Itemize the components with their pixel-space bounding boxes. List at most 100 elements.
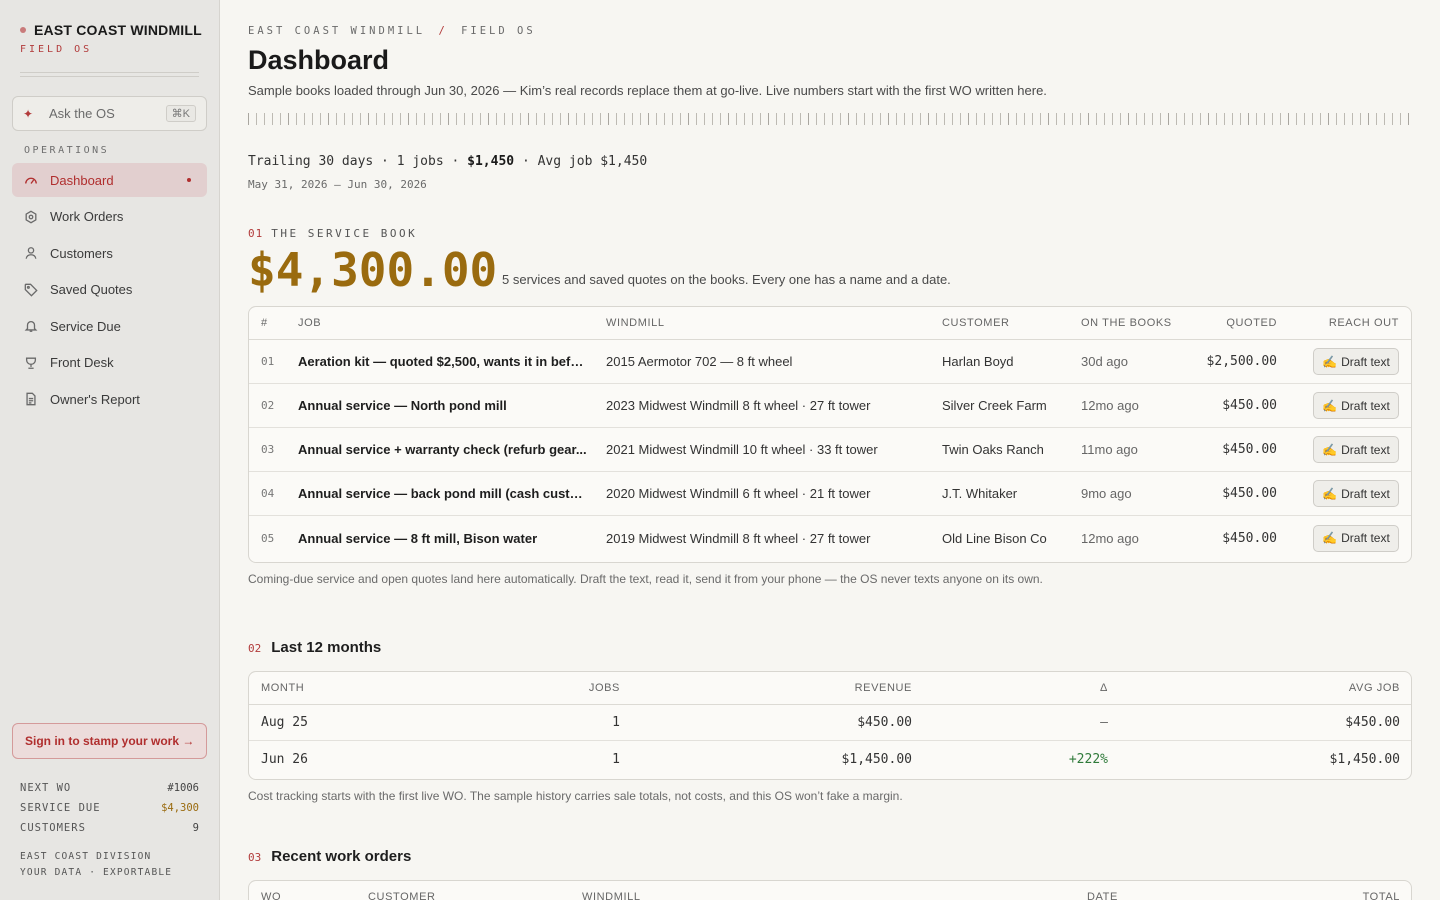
sidebar-stats: NEXT WO #1006 SERVICE DUE $4,300 CUSTOME… <box>20 778 199 838</box>
table-row[interactable]: 03 Annual service + warranty check (refur… <box>249 428 1411 472</box>
row-avg-job: $1,450.00 <box>1329 751 1400 767</box>
sidebar-item-owners-report[interactable]: Owner's Report <box>12 382 207 416</box>
row-job[interactable]: Aeration kit — quoted $2,500, wants it i… <box>298 354 588 369</box>
row-month: Aug 25 <box>261 715 308 730</box>
sidebar-item-label: Saved Quotes <box>50 282 133 297</box>
stat-customers: CUSTOMERS 9 <box>20 818 199 838</box>
ask-os-button[interactable]: ✦ Ask the OS ⌘K <box>12 96 207 131</box>
trailing-revenue: $1,450 <box>467 154 515 169</box>
trailing-prefix: Trailing 30 days · 1 jobs · <box>248 154 468 169</box>
row-quoted: $450.00 <box>1222 398 1277 413</box>
col-total: TOTAL <box>1362 891 1400 900</box>
document-icon <box>26 392 36 406</box>
table-row[interactable]: 04 Annual service — back pond mill (cash … <box>249 472 1411 516</box>
section-number: 03 <box>248 851 262 864</box>
table-row[interactable]: 05 Annual service — 8 ft mill, Bison wate… <box>249 516 1411 560</box>
row-customer[interactable]: Twin Oaks Ranch <box>942 442 1072 457</box>
sidebar-item-label: Service Due <box>50 318 121 334</box>
col-wo: WO <box>261 891 282 900</box>
row-customer[interactable]: Harlan Boyd <box>942 354 1072 369</box>
row-windmill: 2015 Aermotor 702 — 8 ft wheel <box>606 354 793 369</box>
active-dot-icon <box>187 178 191 182</box>
table-row: Jun 26 1 $1,450.00 +222% $1,450.00 <box>249 741 1411 777</box>
row-revenue: $450.00 <box>857 715 912 730</box>
trailing-suffix: · Avg job $1,450 <box>514 154 648 169</box>
row-windmill: 2020 Midwest Windmill 6 ft wheel · 21 ft… <box>606 486 871 501</box>
bell-icon <box>24 320 38 332</box>
draft-text-button[interactable]: ✍ Draft text <box>1313 348 1399 375</box>
table-header: WO CUSTOMER WINDMILL DATE TOTAL <box>249 881 1411 900</box>
stat-label: SERVICE DUE <box>20 802 101 814</box>
sidebar-item-label: Customers <box>50 245 113 261</box>
sidebar-item-customers[interactable]: Customers <box>12 236 207 270</box>
col-month: MONTH <box>261 682 305 694</box>
row-job[interactable]: Annual service — North pond mill <box>298 398 588 413</box>
row-job[interactable]: Annual service — 8 ft mill, Bison water <box>298 531 588 546</box>
sparkle-icon: ✦ <box>23 106 34 121</box>
brand[interactable]: EAST COAST WINDMILL FIELD OS <box>20 22 202 55</box>
sidebar-item-label: Dashboard <box>50 172 114 188</box>
pen-hand-icon: ✍ <box>1322 398 1338 413</box>
row-delta: +222% <box>1068 751 1108 767</box>
table-row[interactable]: 01 Aeration kit — quoted $2,500, wants it… <box>249 340 1411 384</box>
col-date: DATE <box>1087 891 1118 900</box>
col-windmill: WINDMILL <box>582 891 641 900</box>
draft-text-button-wrap: ✍ Draft text <box>1313 480 1399 507</box>
draft-text-label: Draft text <box>1341 486 1390 501</box>
stat-next-wo: NEXT WO #1006 <box>20 778 199 798</box>
col-delta: Δ <box>1100 682 1108 694</box>
row-job[interactable]: Annual service + warranty check (refurb … <box>298 442 588 457</box>
sidebar-footer: EAST COAST DIVISION YOUR DATA · EXPORTAB… <box>20 849 172 881</box>
row-index: 02 <box>261 399 275 412</box>
gauge-icon <box>25 177 37 184</box>
draft-text-button-wrap: ✍ Draft text <box>1313 348 1399 375</box>
section-title: Recent work orders <box>271 848 412 865</box>
sidebar-item-saved-quotes[interactable]: Saved Quotes <box>12 273 207 307</box>
service-book-footnote: Coming-due service and open quotes land … <box>248 572 1043 586</box>
section-title: THE SERVICE BOOK <box>271 227 418 240</box>
sidebar-item-dashboard[interactable]: Dashboard <box>12 163 207 197</box>
sidebar-item-service-due[interactable]: Service Due <box>12 309 207 343</box>
row-avg-job: $450.00 <box>1345 715 1400 730</box>
breadcrumb-root[interactable]: EAST COAST WINDMILL <box>248 25 425 37</box>
sidebar: EAST COAST WINDMILL FIELD OS ✦ Ask the O… <box>0 0 220 900</box>
row-delta: — <box>1100 715 1108 730</box>
row-quoted: $450.00 <box>1222 442 1277 457</box>
row-on-books: 12mo ago <box>1081 398 1139 413</box>
col-customer: CUSTOMER <box>368 891 436 900</box>
user-icon <box>25 247 37 259</box>
row-quoted: $450.00 <box>1222 486 1277 501</box>
table-row[interactable]: 02 Annual service — North pond mill 2023 M… <box>249 384 1411 428</box>
draft-text-button[interactable]: ✍ Draft text <box>1313 480 1399 507</box>
pen-hand-icon: ✍ <box>1322 486 1338 501</box>
breadcrumb-current: FIELD OS <box>461 25 536 37</box>
hexagon-icon <box>25 210 37 223</box>
table-row: Aug 25 1 $450.00 — $450.00 <box>249 705 1411 741</box>
row-customer[interactable]: Silver Creek Farm <box>942 398 1072 413</box>
draft-text-button[interactable]: ✍ Draft text <box>1313 392 1399 419</box>
section-number: 01 <box>248 227 264 240</box>
row-job[interactable]: Annual service — back pond mill (cash cu… <box>298 486 588 501</box>
row-customer[interactable]: J.T. Whitaker <box>942 486 1072 501</box>
row-quoted: $450.00 <box>1222 530 1277 546</box>
sidebar-item-label: Front Desk <box>50 355 114 370</box>
brand-divider <box>20 72 199 77</box>
sidebar-item-work-orders[interactable]: Work Orders <box>12 200 207 234</box>
table-header: # JOB WINDMILL CUSTOMER ON THE BOOKS QUO… <box>249 307 1411 340</box>
sidebar-item-front-desk[interactable]: Front Desk <box>12 346 207 380</box>
draft-text-button[interactable]: ✍ Draft text <box>1313 436 1399 463</box>
pen-hand-icon: ✍ <box>1322 354 1338 369</box>
row-customer[interactable]: Old Line Bison Co <box>942 531 1072 546</box>
draft-text-button[interactable]: ✍ Draft text <box>1313 524 1399 552</box>
sign-in-button[interactable]: Sign in to stamp your work → <box>12 723 207 759</box>
tag-icon <box>24 283 38 297</box>
row-windmill: 2021 Midwest Windmill 10 ft wheel · 33 f… <box>606 442 878 457</box>
row-on-books: 30d ago <box>1081 354 1128 369</box>
brand-sub: FIELD OS <box>20 44 93 55</box>
row-index: 03 <box>261 443 275 456</box>
recent-heading: 03 Recent work orders <box>248 848 411 865</box>
col-on-books: ON THE BOOKS <box>1081 317 1172 329</box>
breadcrumb-separator: / <box>438 25 448 37</box>
row-index: 01 <box>261 355 275 368</box>
row-month: Jun 26 <box>261 751 308 767</box>
